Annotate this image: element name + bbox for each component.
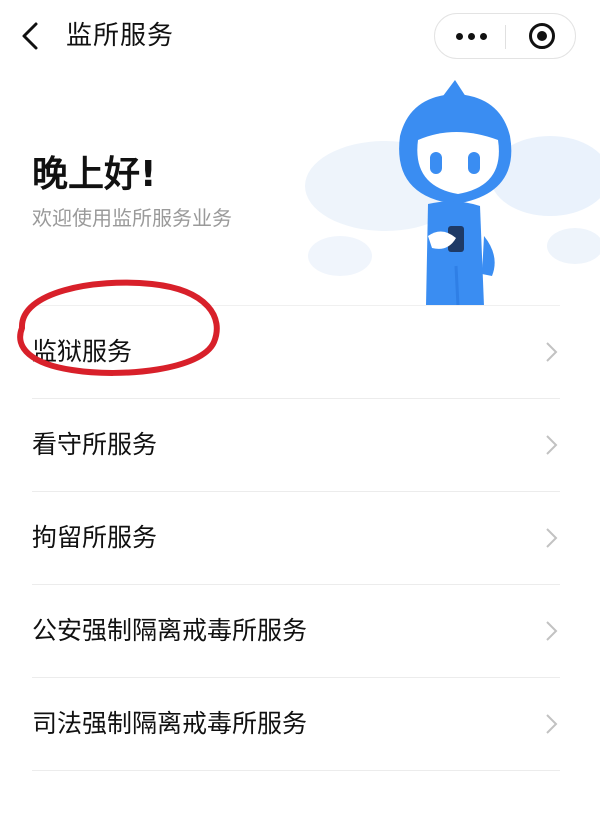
more-dots-icon <box>456 33 463 40</box>
page-title: 监所服务 <box>66 21 175 51</box>
chevron-right-icon <box>546 714 558 734</box>
list-item-police-rehab-service[interactable]: 公安强制隔离戒毒所服务 <box>0 585 600 678</box>
chevron-left-icon <box>22 22 38 50</box>
list-item-label: 看守所服务 <box>32 430 158 459</box>
greeting-text: 晚上好! <box>32 154 157 195</box>
list-item-label: 拘留所服务 <box>32 523 158 552</box>
mini-program-capsule <box>434 13 576 59</box>
greeting-subtitle: 欢迎使用监所服务业务 <box>32 206 232 230</box>
close-button[interactable] <box>506 14 576 58</box>
list-item-label: 监狱服务 <box>32 337 133 366</box>
more-dot <box>480 33 487 40</box>
list-item-custody-center-service[interactable]: 拘留所服务 <box>0 492 600 585</box>
list-item-label: 公安强制隔离戒毒所服务 <box>32 616 308 645</box>
chevron-right-icon <box>546 342 558 362</box>
back-button[interactable] <box>14 18 50 54</box>
list-divider <box>32 770 560 771</box>
top-nav-bar: 监所服务 <box>0 0 600 76</box>
chevron-right-icon <box>546 435 558 455</box>
chevron-right-icon <box>546 621 558 641</box>
more-button[interactable] <box>435 14 505 58</box>
target-close-core <box>537 31 547 41</box>
service-list: 监狱服务 看守所服务 拘留所服务 公安强制隔离戒毒所服务 司法强制隔离戒毒所服务 <box>0 306 600 771</box>
list-item-detention-center-service[interactable]: 看守所服务 <box>0 399 600 492</box>
list-item-justice-rehab-service[interactable]: 司法强制隔离戒毒所服务 <box>0 678 600 771</box>
mascot-illustration <box>305 80 600 306</box>
hero-banner: 晚上好! 欢迎使用监所服务业务 <box>0 76 600 306</box>
more-dot <box>468 33 475 40</box>
list-item-label: 司法强制隔离戒毒所服务 <box>32 709 308 738</box>
list-item-prison-service[interactable]: 监狱服务 <box>0 306 600 399</box>
chevron-right-icon <box>546 528 558 548</box>
